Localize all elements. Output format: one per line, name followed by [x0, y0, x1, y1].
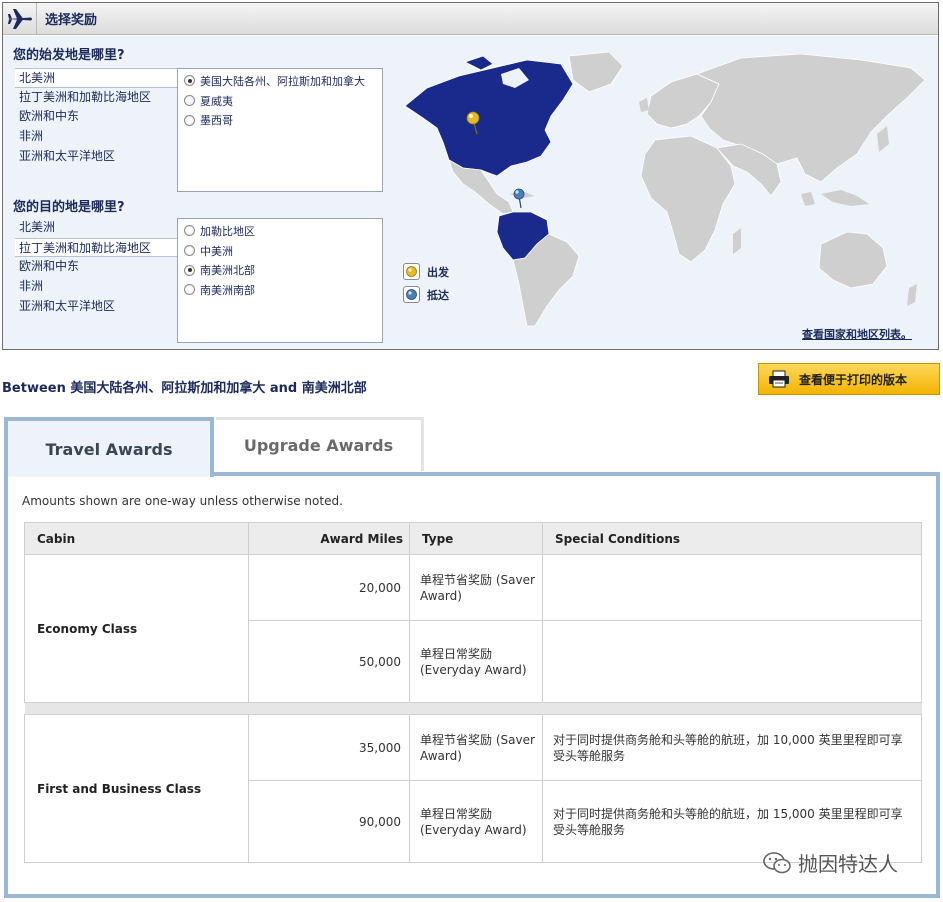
- award-miles-cell: 90,000: [248, 780, 410, 863]
- destination-subregion-box: 加勒比地区 中美洲 南美洲北部 南美洲南部: [177, 218, 383, 343]
- dest-option-row[interactable]: 南美洲北部: [178, 260, 382, 280]
- origin-question: 您的始发地是哪里?: [13, 48, 125, 63]
- origin-option-label: 美国大陆各州、阿拉斯加和加拿大: [200, 74, 365, 88]
- travel-awards-panel: Amounts shown are one-way unless otherwi…: [4, 472, 940, 898]
- table-row: Economy Class 20,000 单程节省奖励 (Saver Award…: [24, 554, 922, 703]
- origin-subregion-box: 美国大陆各州、阿拉斯加和加拿大 夏威夷 墨西哥: [177, 68, 383, 192]
- header-cabin: Cabin: [24, 522, 249, 555]
- destination-region-list: 北美洲 拉丁美洲和加勒比海地区 欧洲和中东 非洲 亚洲和太平洋地区: [15, 218, 178, 317]
- dest-region-africa[interactable]: 非洲: [15, 277, 177, 297]
- table-header-row: Cabin Award Miles Type Special Condition…: [24, 522, 922, 555]
- print-version-button[interactable]: 查看便于打印的版本: [758, 363, 940, 395]
- one-way-note: Amounts shown are one-way unless otherwi…: [22, 494, 343, 508]
- dest-option-label: 中美洲: [200, 244, 233, 258]
- dest-option-row[interactable]: 南美洲南部: [178, 280, 382, 300]
- depart-legend-icon: [403, 263, 420, 280]
- origin-radio-3[interactable]: [184, 114, 195, 126]
- award-selector-panel: 选择奖励 您的始发地是哪里? 北美洲 拉丁美洲和加勒比海地区 欧洲和中东 非洲 …: [2, 2, 939, 350]
- origin-region-africa[interactable]: 非洲: [15, 127, 177, 147]
- tab-travel-awards[interactable]: Travel Awards: [4, 417, 214, 477]
- dest-option-row[interactable]: 加勒比地区: [178, 221, 382, 241]
- dest-option-label: 加勒比地区: [200, 224, 255, 238]
- dest-region-europe-middle-east[interactable]: 欧洲和中东: [15, 257, 177, 277]
- group-separator: [24, 702, 922, 715]
- dest-radio-1[interactable]: [184, 225, 195, 237]
- depart-legend-label: 出发: [427, 265, 449, 279]
- origin-option-row[interactable]: 夏威夷: [178, 91, 382, 111]
- header-special-conditions: Special Conditions: [542, 522, 922, 555]
- watermark: 抛因特达人: [762, 848, 898, 877]
- header-type: Type: [409, 522, 543, 555]
- selector-title: 选择奖励: [45, 13, 98, 28]
- origin-option-label: 墨西哥: [200, 114, 233, 128]
- origin-option-row[interactable]: 墨西哥: [178, 110, 382, 130]
- watermark-text: 抛因特达人: [798, 852, 898, 876]
- origin-radio-1[interactable]: [184, 75, 195, 87]
- origin-region-asia-pacific[interactable]: 亚洲和太平洋地区: [15, 147, 177, 167]
- origin-region-latin-america[interactable]: 拉丁美洲和加勒比海地区: [15, 88, 177, 108]
- origin-option-label: 夏威夷: [200, 94, 233, 108]
- arrive-pin-icon: [513, 188, 525, 209]
- special-conditions-cell: [542, 554, 922, 621]
- header-award-miles: Award Miles: [248, 522, 410, 555]
- airplane-icon: [3, 2, 37, 35]
- legend-depart: 出发: [403, 263, 449, 280]
- dest-region-latin-america[interactable]: 拉丁美洲和加勒比海地区: [15, 237, 178, 258]
- table-row: First and Business Class 35,000 单程节省奖励 (…: [24, 714, 922, 863]
- arrive-legend-label: 抵达: [427, 288, 449, 302]
- award-miles-cell: 50,000: [248, 620, 410, 703]
- origin-region-north-america[interactable]: 北美洲: [15, 68, 178, 88]
- special-conditions-cell: 对于同时提供商务舱和头等舱的航班，加 10,000 英里里程即可享受头等舱服务: [542, 714, 922, 781]
- origin-region-list: 北美洲 拉丁美洲和加勒比海地区 欧洲和中东 非洲 亚洲和太平洋地区: [15, 68, 178, 167]
- award-type-cell: 单程日常奖励 (Everyday Award): [409, 780, 543, 863]
- awards-table: Cabin Award Miles Type Special Condition…: [24, 522, 922, 863]
- award-miles-cell: 20,000: [248, 554, 410, 621]
- dest-region-asia-pacific[interactable]: 亚洲和太平洋地区: [15, 297, 177, 317]
- origin-option-row[interactable]: 美国大陆各州、阿拉斯加和加拿大: [178, 71, 382, 91]
- selector-header: 选择奖励: [3, 2, 938, 35]
- country-list-link[interactable]: 查看国家和地区列表。: [802, 326, 912, 342]
- cabin-economy: Economy Class: [24, 554, 249, 703]
- dest-option-label: 南美洲南部: [200, 283, 255, 297]
- arrive-legend-icon: [403, 286, 420, 303]
- selector-body: 您的始发地是哪里? 北美洲 拉丁美洲和加勒比海地区 欧洲和中东 非洲 亚洲和太平…: [3, 36, 938, 349]
- world-map[interactable]: [401, 44, 931, 334]
- origin-radio-2[interactable]: [184, 95, 195, 107]
- award-miles-cell: 35,000: [248, 714, 410, 781]
- print-button-label: 查看便于打印的版本: [799, 372, 908, 387]
- cabin-first-business: First and Business Class: [24, 714, 249, 863]
- dest-option-label: 南美洲北部: [200, 264, 255, 278]
- special-conditions-cell: [542, 620, 922, 703]
- legend-arrive: 抵达: [403, 286, 449, 303]
- dest-radio-3[interactable]: [184, 264, 195, 276]
- award-type-cell: 单程节省奖励 (Saver Award): [409, 714, 543, 781]
- dest-radio-4[interactable]: [184, 284, 195, 296]
- tab-upgrade-awards[interactable]: Upgrade Awards: [216, 417, 424, 471]
- north-america-highlight: [404, 59, 574, 177]
- dest-option-row[interactable]: 中美洲: [178, 241, 382, 261]
- printer-icon: [767, 370, 791, 388]
- route-summary: Between 美国大陆各州、阿拉斯加和加拿大 and 南美洲北部: [2, 381, 367, 396]
- award-type-cell: 单程日常奖励 (Everyday Award): [409, 620, 543, 703]
- award-type-cell: 单程节省奖励 (Saver Award): [409, 554, 543, 621]
- wechat-icon: [762, 851, 792, 875]
- dest-region-north-america[interactable]: 北美洲: [15, 218, 177, 238]
- origin-region-europe-middle-east[interactable]: 欧洲和中东: [15, 107, 177, 127]
- dest-radio-2[interactable]: [184, 245, 195, 257]
- destination-question: 您的目的地是哪里?: [13, 200, 125, 215]
